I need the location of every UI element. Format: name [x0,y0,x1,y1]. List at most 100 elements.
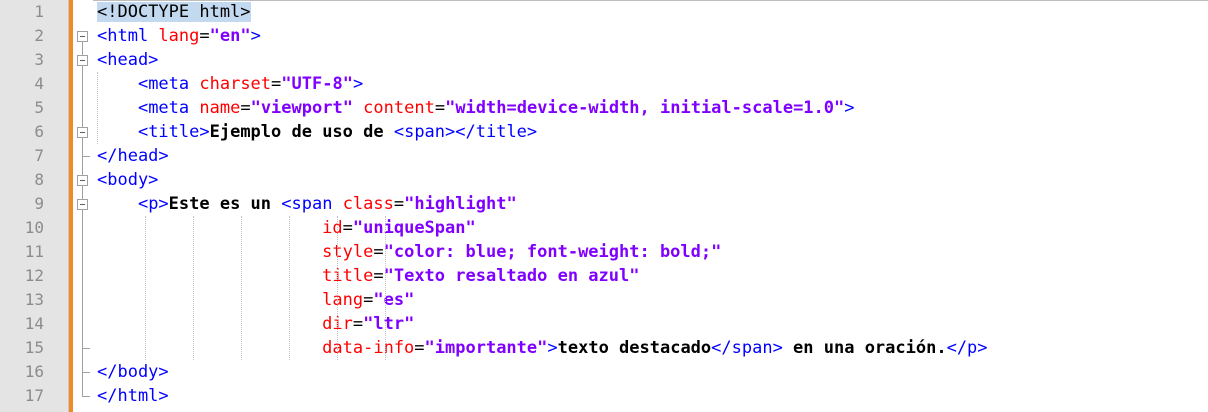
code-token: > [352,74,364,94]
code-token: = [342,218,353,238]
code-token: = [240,98,251,118]
code-line[interactable]: <meta charset="UTF-8"> [97,72,363,96]
fold-toggle-icon[interactable] [77,55,88,66]
code-token: "highlight" [404,194,517,214]
code-token: = [199,26,210,46]
code-token: <meta [137,98,190,118]
code-token: </html> [97,386,169,406]
fold-toggle-icon[interactable] [77,31,88,42]
code-line[interactable]: <title>Ejemplo de uso de <span></title> [97,120,537,144]
code-token: <!DOCTYPE html> [97,2,251,22]
code-token: <span [281,194,333,214]
code-token: title [322,266,374,286]
line-number: 12 [24,266,44,285]
code-token: = [363,290,374,310]
code-token: <title> [137,122,210,142]
code-token: = [414,338,425,358]
code-token: style [322,242,374,262]
line-number: 10 [24,218,44,237]
line-number: 2 [34,26,44,45]
fold-end-marker [82,396,90,397]
code-token: lang [322,290,364,310]
code-line[interactable]: </head> [97,144,169,168]
code-line[interactable]: </html> [97,384,169,408]
code-token: > [844,98,855,118]
fold-toggle-icon[interactable] [77,175,88,186]
code-token: "uniqueSpan" [352,218,476,238]
code-token: = [434,98,446,118]
code-line[interactable]: style="color: blue; font-weight: bold;" [97,240,721,264]
code-editor[interactable]: 1 2 3 4 5 6 7 8 9 10 11 12 13 14 15 16 17 <!DOCTYPE html>… [0,0,1208,412]
line-number: 9 [34,194,44,213]
code-token: > [250,26,261,46]
indent-guide [337,216,338,360]
code-line[interactable]: <p>Este es un <span class="highlight" [97,192,517,216]
code-token: "ltr" [363,314,415,334]
line-number: 16 [24,362,44,381]
code-token: id [322,218,343,238]
code-line[interactable]: data-info="importante">texto destacado</… [97,336,988,360]
code-token: <p> [137,194,169,214]
code-token: "UTF-8" [281,74,353,94]
code-token: Ejemplo de uso de [209,122,394,142]
code-token: = [352,314,364,334]
line-number: 11 [24,242,44,261]
code-token: </span> [711,338,783,358]
code-token: en una oración. [782,338,947,358]
fold-guide-line [82,41,83,396]
code-token: "width=device-width, initial-scale=1.0" [445,98,845,118]
code-line[interactable]: <body> [97,168,158,192]
line-number: 13 [24,290,44,309]
code-token: = [373,242,384,262]
code-line[interactable]: id="uniqueSpan" [97,216,476,240]
code-token: <html [97,26,149,46]
code-token: <meta [137,74,190,94]
code-line[interactable]: <head> [97,48,158,72]
code-line[interactable]: <!DOCTYPE html> [97,0,251,24]
code-line[interactable]: <meta name="viewport" content="width=dev… [97,96,855,120]
code-line[interactable]: </body> [97,360,169,384]
code-token: "color: blue; font-weight: bold;" [383,242,722,262]
indent-guide [385,216,386,360]
line-number: 7 [34,146,44,165]
line-number: 6 [34,122,44,141]
code-token: = [393,194,405,214]
code-token: > [547,338,558,358]
code-token: class [332,194,394,214]
code-token: <head> [97,50,159,70]
code-token: "viewport" [250,98,353,118]
fold-end-marker [82,372,90,373]
code-token: </head> [97,146,169,166]
fold-end-marker [82,348,90,349]
change-history-bar [69,0,73,412]
code-token: Este es un [168,194,282,214]
line-number: 5 [34,98,44,117]
fold-toggle-icon[interactable] [77,199,88,210]
code-token: <body> [97,170,159,190]
fold-toggle-icon[interactable] [77,127,88,138]
line-number: 8 [34,170,44,189]
code-token: lang [148,26,200,46]
code-line[interactable]: title="Texto resaltado en azul" [97,264,639,288]
code-token: "Texto resaltado en azul" [383,266,640,286]
fold-end-marker [82,156,90,157]
line-number: 15 [24,338,44,357]
line-number: 1 [34,2,44,21]
line-number: 14 [24,314,44,333]
code-token: <span> [393,122,456,142]
line-number: 4 [34,74,44,93]
code-token: </p> [946,338,988,358]
indent-guide [145,216,146,360]
indent-guide [193,216,194,360]
code-token: = [373,266,384,286]
code-token: "importante" [424,338,548,358]
code-line[interactable]: <html lang="en"> [97,24,261,48]
code-token: content [352,98,435,118]
code-token: "es" [373,290,415,310]
code-token: data-info [322,338,415,358]
code-token: name [189,98,241,118]
code-token: charset [189,74,272,94]
